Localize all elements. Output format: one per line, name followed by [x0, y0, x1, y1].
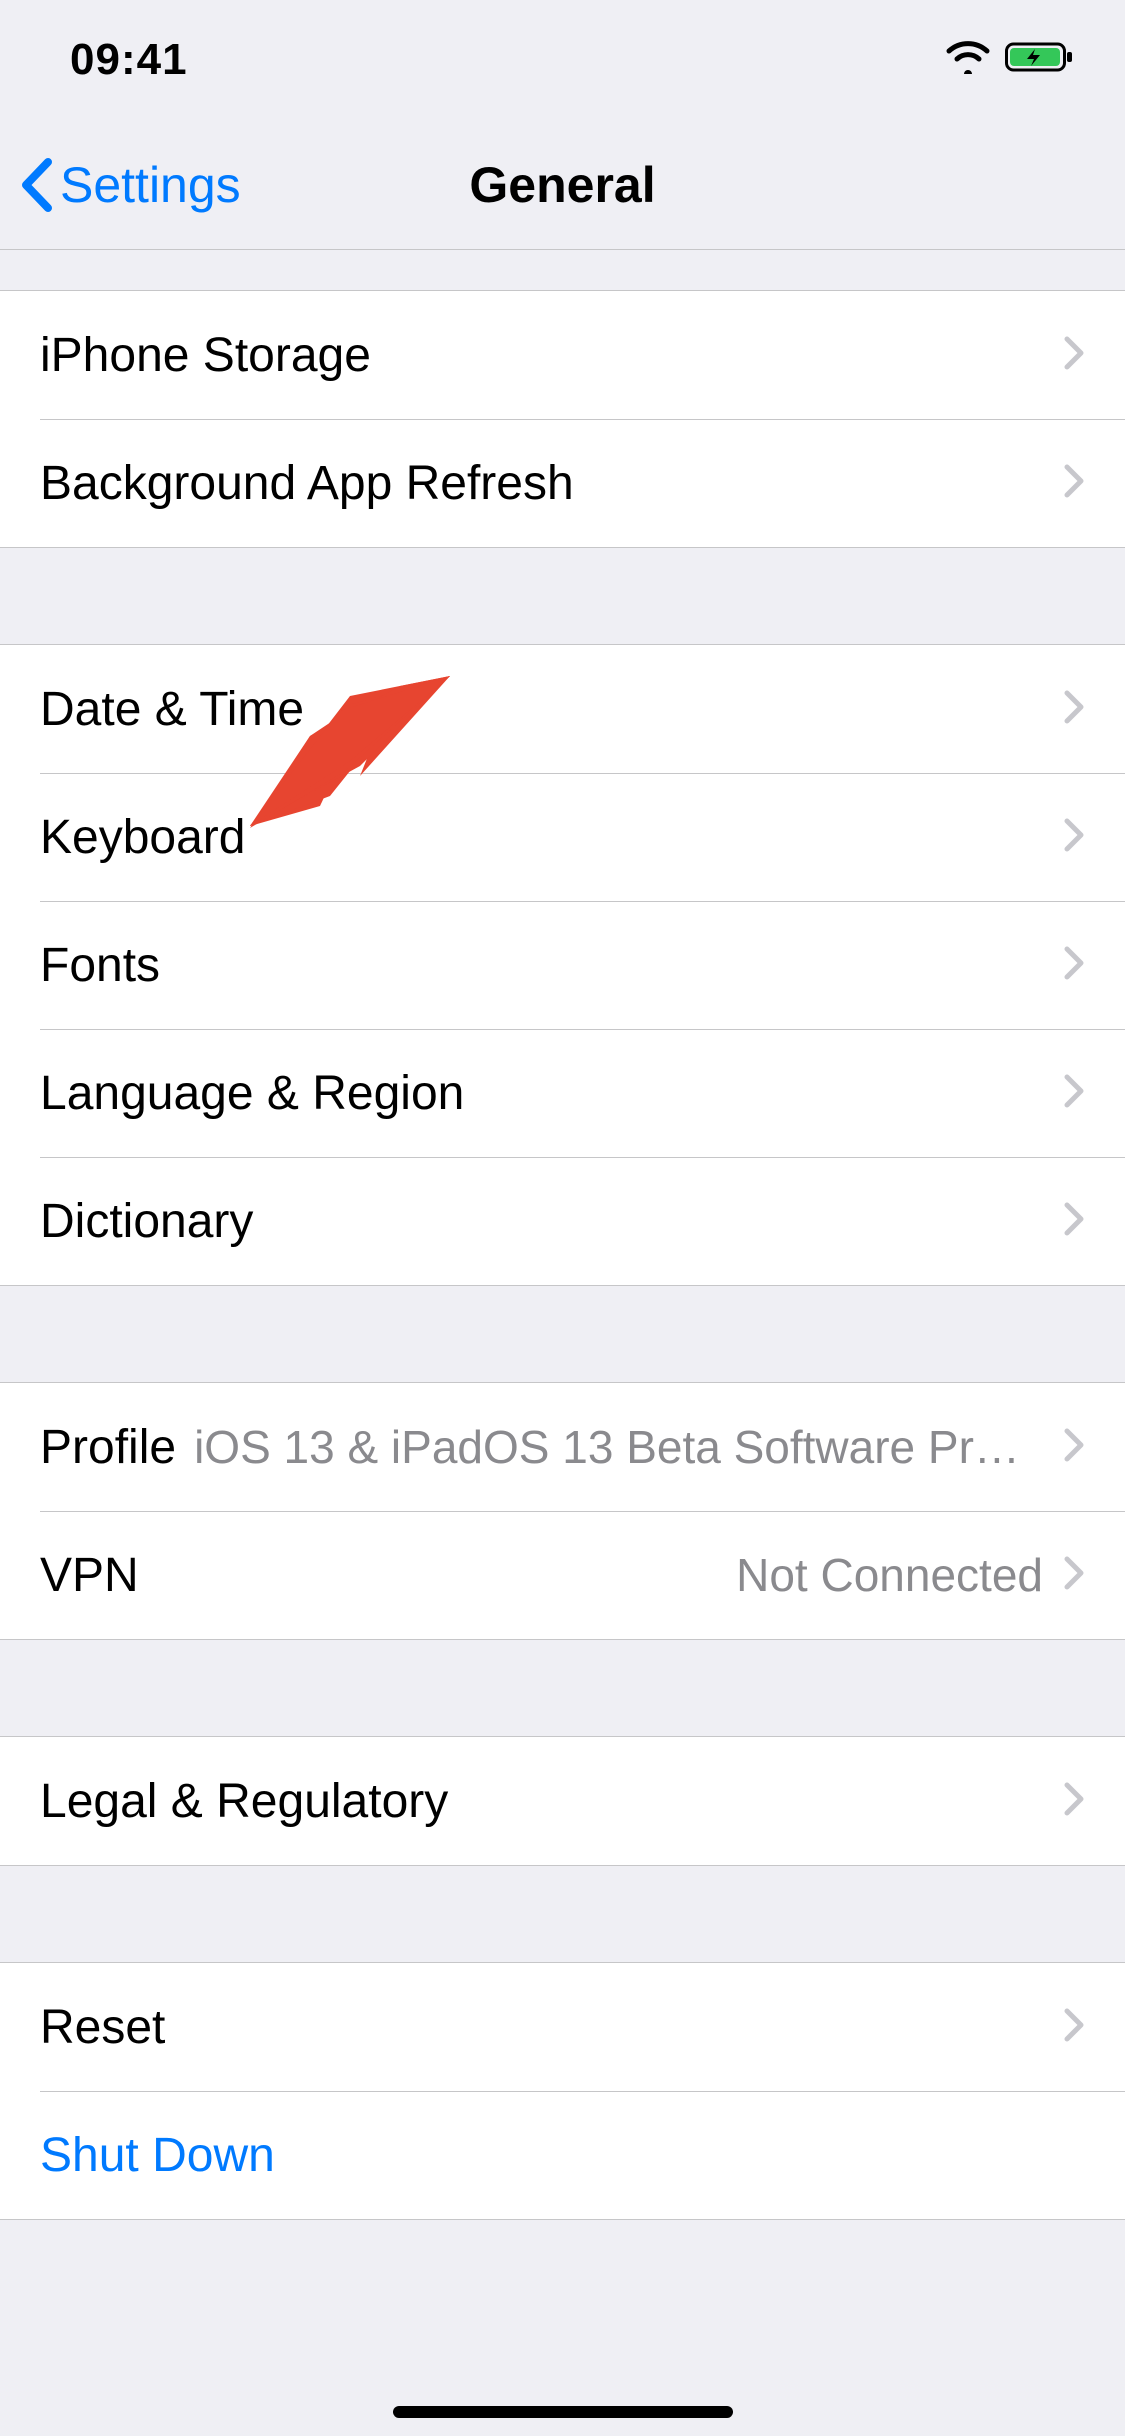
section-gap: [0, 1866, 1125, 1962]
row-legal-regulatory[interactable]: Legal & Regulatory: [0, 1737, 1125, 1865]
row-label: Background App Refresh: [40, 456, 574, 511]
row-iphone-storage[interactable]: iPhone Storage: [0, 291, 1125, 419]
chevron-right-icon: [1063, 1066, 1085, 1121]
row-detail: Not Connected: [159, 1548, 1043, 1602]
chevron-right-icon: [1063, 1194, 1085, 1249]
row-profile[interactable]: Profile iOS 13 & iPadOS 13 Beta Software…: [0, 1383, 1125, 1511]
row-label: Legal & Regulatory: [40, 1774, 448, 1829]
chevron-right-icon: [1063, 1548, 1085, 1603]
row-detail: iOS 13 & iPadOS 13 Beta Software Profile…: [194, 1420, 1043, 1474]
row-dictionary[interactable]: Dictionary: [0, 1157, 1125, 1285]
chevron-right-icon: [1063, 2000, 1085, 2055]
settings-group: Profile iOS 13 & iPadOS 13 Beta Software…: [0, 1382, 1125, 1640]
row-vpn[interactable]: VPN Not Connected: [0, 1511, 1125, 1639]
chevron-right-icon: [1063, 328, 1085, 383]
settings-group: iPhone Storage Background App Refresh: [0, 290, 1125, 548]
chevron-left-icon: [20, 158, 54, 212]
chevron-right-icon: [1063, 1774, 1085, 1829]
back-button[interactable]: Settings: [20, 156, 241, 214]
row-label: VPN: [40, 1548, 139, 1603]
navigation-bar: Settings General: [0, 120, 1125, 250]
row-label: Language & Region: [40, 1066, 464, 1121]
home-indicator: [393, 2406, 733, 2418]
status-time: 09:41: [70, 35, 188, 85]
chevron-right-icon: [1063, 938, 1085, 993]
chevron-right-icon: [1063, 810, 1085, 865]
row-label: Keyboard: [40, 810, 245, 865]
row-label: Profile: [40, 1420, 176, 1475]
row-reset[interactable]: Reset: [0, 1963, 1125, 2091]
row-fonts[interactable]: Fonts: [0, 901, 1125, 1029]
status-icons: [945, 35, 1077, 85]
row-label: Fonts: [40, 938, 160, 993]
settings-group: Reset Shut Down: [0, 1962, 1125, 2220]
row-label: Date & Time: [40, 682, 304, 737]
chevron-right-icon: [1063, 682, 1085, 737]
section-gap: [0, 1286, 1125, 1382]
row-date-time[interactable]: Date & Time: [0, 645, 1125, 773]
row-label: iPhone Storage: [40, 328, 371, 383]
chevron-right-icon: [1063, 1420, 1085, 1475]
battery-charging-icon: [1005, 35, 1077, 85]
chevron-right-icon: [1063, 456, 1085, 511]
settings-group: Legal & Regulatory: [0, 1736, 1125, 1866]
row-language-region[interactable]: Language & Region: [0, 1029, 1125, 1157]
settings-group: Date & Time Keyboard Fonts Language & Re…: [0, 644, 1125, 1286]
section-gap: [0, 1640, 1125, 1736]
back-label: Settings: [60, 156, 241, 214]
row-keyboard[interactable]: Keyboard: [0, 773, 1125, 901]
section-gap: [0, 548, 1125, 644]
row-label: Shut Down: [40, 2128, 275, 2183]
row-shut-down[interactable]: Shut Down: [0, 2091, 1125, 2219]
row-background-app-refresh[interactable]: Background App Refresh: [0, 419, 1125, 547]
section-gap: [0, 250, 1125, 290]
status-bar: 09:41: [0, 0, 1125, 120]
row-label: Dictionary: [40, 1194, 253, 1249]
wifi-icon: [945, 35, 991, 85]
row-label: Reset: [40, 2000, 165, 2055]
